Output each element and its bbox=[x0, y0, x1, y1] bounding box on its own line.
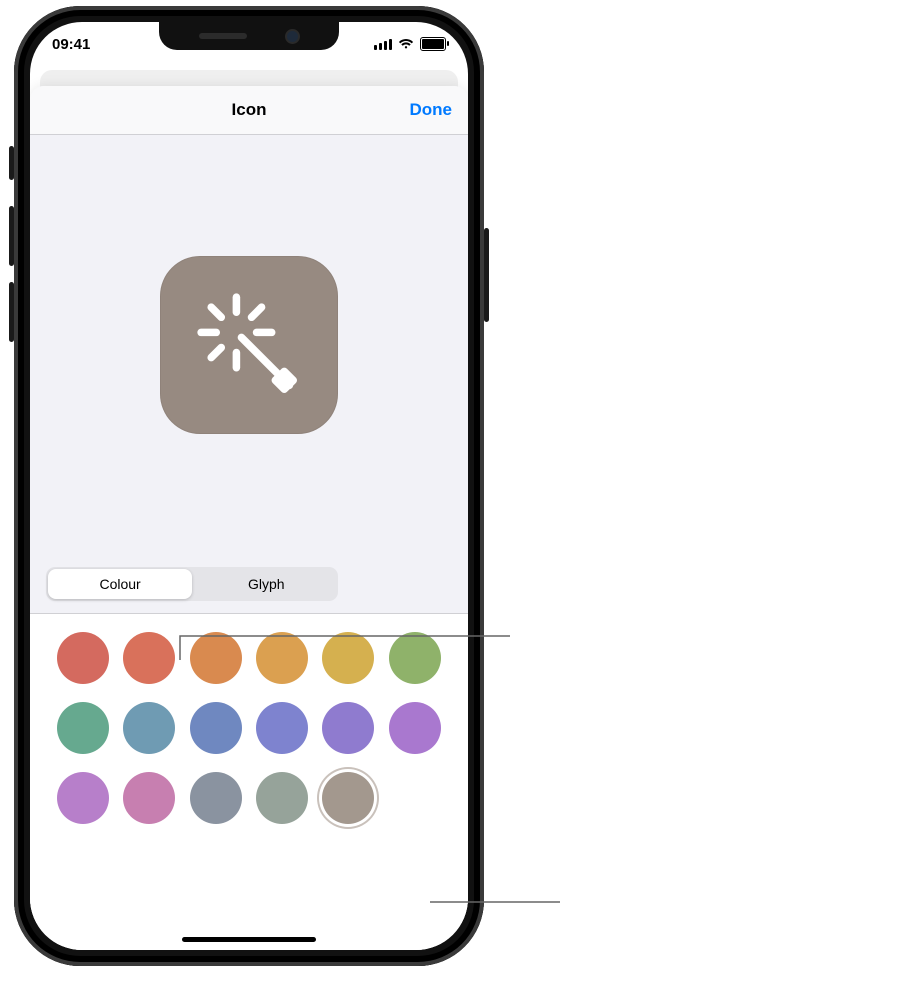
wifi-icon bbox=[398, 38, 414, 50]
colour-swatch[interactable] bbox=[190, 702, 242, 754]
volume-down-button bbox=[9, 282, 14, 342]
sheet-title: Icon bbox=[232, 100, 267, 120]
status-bar: 09:41 bbox=[30, 22, 468, 66]
colour-swatch[interactable] bbox=[57, 772, 109, 824]
home-indicator[interactable] bbox=[182, 937, 316, 942]
icon-preview-area bbox=[30, 135, 468, 555]
colour-swatch-grid bbox=[30, 614, 468, 950]
mute-switch bbox=[9, 146, 14, 180]
battery-icon bbox=[420, 37, 446, 51]
side-button bbox=[484, 228, 489, 322]
segmented-control[interactable]: Colour Glyph bbox=[46, 567, 338, 601]
colour-swatch[interactable] bbox=[389, 632, 441, 684]
icon-picker-sheet: Icon Done bbox=[30, 86, 468, 950]
colour-swatch[interactable] bbox=[256, 702, 308, 754]
colour-swatch[interactable] bbox=[389, 702, 441, 754]
status-time: 09:41 bbox=[52, 36, 90, 53]
screen: 09:41 Icon Done bbox=[30, 22, 468, 950]
cellular-icon bbox=[374, 39, 392, 50]
colour-swatch[interactable] bbox=[190, 772, 242, 824]
segmented-control-wrap: Colour Glyph bbox=[30, 555, 468, 614]
colour-swatch[interactable] bbox=[256, 772, 308, 824]
colour-swatch[interactable] bbox=[123, 632, 175, 684]
colour-swatch[interactable] bbox=[190, 632, 242, 684]
colour-swatch[interactable] bbox=[123, 702, 175, 754]
colour-swatch[interactable] bbox=[57, 702, 109, 754]
volume-up-button bbox=[9, 206, 14, 266]
done-button[interactable]: Done bbox=[410, 86, 453, 134]
colour-swatch[interactable] bbox=[256, 632, 308, 684]
sheet-header: Icon Done bbox=[30, 86, 468, 135]
segment-colour[interactable]: Colour bbox=[48, 569, 192, 599]
colour-swatch[interactable] bbox=[123, 772, 175, 824]
colour-swatch[interactable] bbox=[322, 772, 374, 824]
colour-swatch[interactable] bbox=[322, 702, 374, 754]
icon-preview-tile bbox=[160, 256, 338, 434]
segment-glyph[interactable]: Glyph bbox=[194, 569, 338, 599]
colour-swatch[interactable] bbox=[57, 632, 109, 684]
colour-swatch[interactable] bbox=[322, 632, 374, 684]
wand-sparkle-icon bbox=[186, 282, 312, 408]
device-frame: 09:41 Icon Done bbox=[14, 6, 484, 966]
